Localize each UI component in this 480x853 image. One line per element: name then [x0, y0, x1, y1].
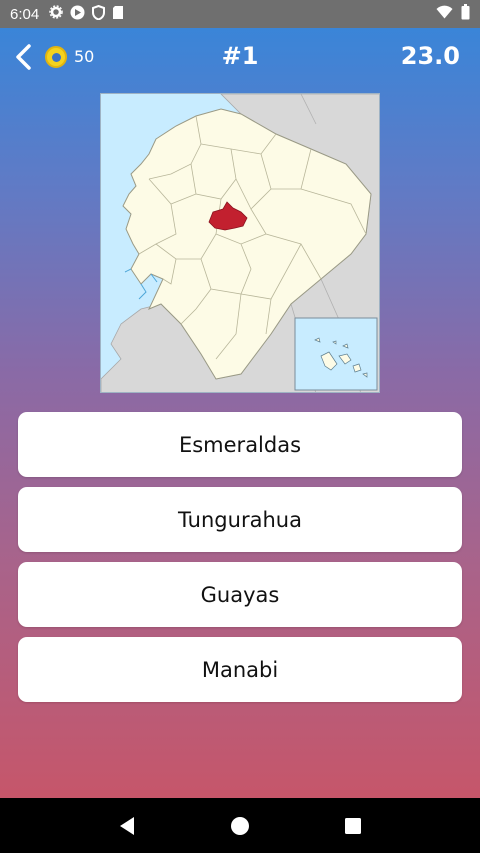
province-map — [100, 93, 380, 393]
quiz-screen: 50 #1 23.0 Esmeraldas Tungurahua Guayas … — [0, 28, 480, 798]
answer-option-2[interactable]: Tungurahua — [18, 487, 462, 552]
status-time: 6:04 — [10, 5, 40, 23]
shield-icon — [92, 4, 106, 24]
status-icons-right — [436, 4, 470, 24]
ecuador-map-image — [101, 94, 379, 392]
square-recents-icon — [345, 817, 362, 834]
wifi-icon — [436, 5, 453, 23]
circle-home-icon — [230, 816, 249, 835]
answer-option-1[interactable]: Esmeraldas — [18, 412, 462, 477]
battery-icon — [461, 4, 470, 24]
sd-card-icon — [112, 5, 124, 24]
status-icons-left — [49, 4, 124, 24]
top-bar: 50 #1 23.0 — [0, 28, 480, 86]
triangle-back-icon — [119, 816, 134, 835]
answer-option-3[interactable]: Guayas — [18, 562, 462, 627]
nav-back-button[interactable] — [107, 806, 147, 846]
timer: 23.0 — [400, 42, 460, 70]
sync-icon — [70, 5, 85, 24]
status-bar: 6:04 — [0, 0, 480, 28]
settings-icon — [49, 5, 63, 23]
system-nav-bar — [0, 798, 480, 853]
answer-option-4[interactable]: Manabi — [18, 637, 462, 702]
nav-home-button[interactable] — [220, 806, 260, 846]
answer-list: Esmeraldas Tungurahua Guayas Manabi — [18, 412, 462, 712]
nav-recents-button[interactable] — [333, 806, 373, 846]
